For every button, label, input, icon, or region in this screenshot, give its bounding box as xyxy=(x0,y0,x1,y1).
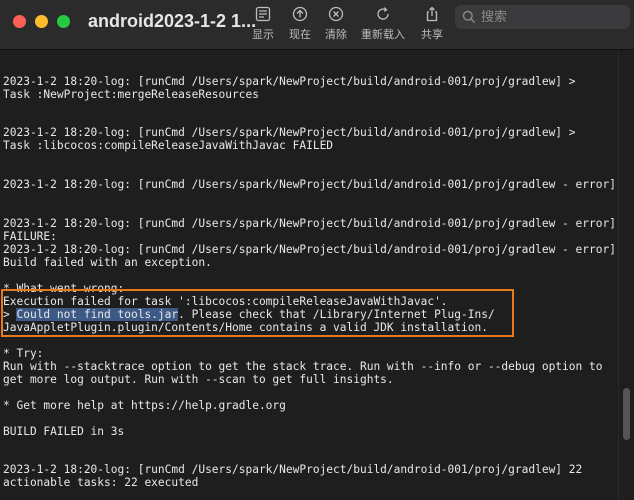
log-line: 2023-1-2 18:20-log: [runCmd /Users/spark… xyxy=(3,217,616,230)
console-window: android2023-1-2 1... 显示 现在 清除 重新载入 共享 搜索… xyxy=(0,0,634,500)
reload-button[interactable]: 重新载入 xyxy=(356,6,410,42)
log-line: 2023-1-2 18:20-log: [runCmd /Users/spark… xyxy=(3,243,616,256)
log-line: 2023-1-2 18:20-log: [runCmd /Users/spark… xyxy=(3,178,616,191)
log-line: Task :NewProject:mergeReleaseResources xyxy=(3,88,259,101)
toolbar: android2023-1-2 1... 显示 现在 清除 重新载入 共享 搜索 xyxy=(0,0,634,50)
log-line: Task :libcocos:compileReleaseJavaWithJav… xyxy=(3,139,334,152)
clear-label: 清除 xyxy=(325,28,347,41)
share-button[interactable]: 共享 xyxy=(411,6,453,42)
log-line: get more log output. Run with --scan to … xyxy=(3,373,394,386)
log-line: 2023-1-2 18:20-log: [runCmd /Users/spark… xyxy=(3,126,576,139)
log-output[interactable]: 2023-1-2 18:20-log: [runCmd /Users/spark… xyxy=(0,51,618,500)
show-label: 显示 xyxy=(252,28,274,41)
log-line: 2023-1-2 18:20-log: [runCmd /Users/spark… xyxy=(3,75,576,88)
log-line: BUILD FAILED in 3s xyxy=(3,425,125,438)
minimize-window-button[interactable] xyxy=(35,15,48,28)
info-panel-icon xyxy=(255,6,271,22)
clear-circle-icon xyxy=(328,6,344,22)
scrollbar-thumb[interactable] xyxy=(623,388,630,440)
reload-label: 重新载入 xyxy=(361,28,405,41)
log-line: * Get more help at https://help.gradle.o… xyxy=(3,399,286,412)
log-line: actionable tasks: 22 executed xyxy=(3,476,199,489)
share-icon xyxy=(426,6,438,22)
clear-button[interactable]: 清除 xyxy=(315,6,357,42)
show-button[interactable]: 显示 xyxy=(242,6,284,42)
log-line: * Try: xyxy=(3,347,44,360)
search-field[interactable] xyxy=(455,5,630,29)
search-input[interactable] xyxy=(481,7,621,27)
close-window-button[interactable] xyxy=(13,15,26,28)
error-highlight-box xyxy=(1,289,514,337)
log-line: FAILURE: xyxy=(3,230,57,243)
reload-icon xyxy=(377,7,389,20)
window-controls xyxy=(13,15,70,28)
scrollbar[interactable] xyxy=(618,51,634,500)
log-line: Run with --stacktrace option to get the … xyxy=(3,360,603,373)
log-line: Build failed with an exception. xyxy=(3,256,212,269)
search-icon xyxy=(462,10,476,24)
zoom-window-button[interactable] xyxy=(57,15,70,28)
share-label: 共享 xyxy=(421,28,443,41)
arrow-up-circle-icon xyxy=(292,6,308,22)
window-title: android2023-1-2 1... xyxy=(88,11,257,31)
log-line: 2023-1-2 18:20-log: [runCmd /Users/spark… xyxy=(3,463,583,476)
